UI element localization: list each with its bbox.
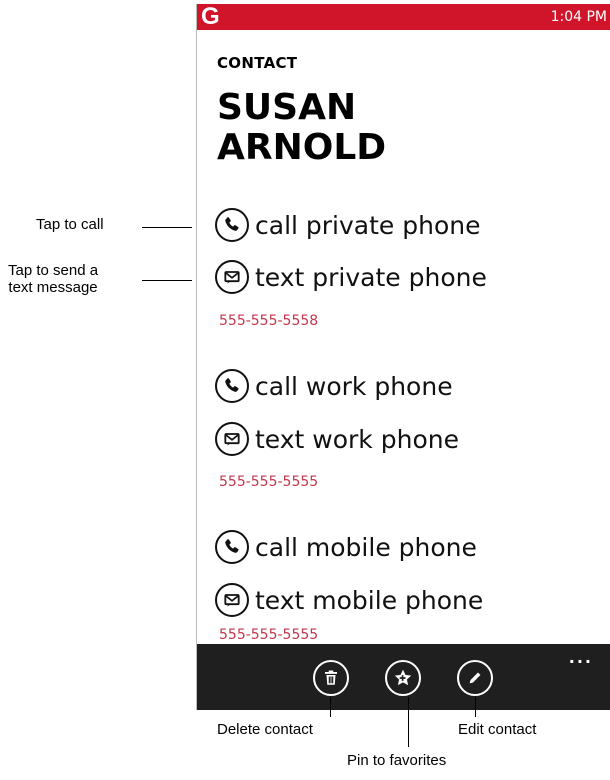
callout-line-edit — [475, 697, 476, 717]
text-mobile-phone-button[interactable]: text mobile phone — [215, 580, 483, 620]
app-bar: ... — [197, 644, 610, 710]
text-work-phone-label: text work phone — [255, 424, 459, 454]
contact-name: SUSAN ARNOLD — [217, 88, 386, 168]
contact-name-line1: SUSAN — [217, 87, 357, 128]
private-phone-number: 555-555-5558 — [219, 313, 319, 329]
call-mobile-phone-label: call mobile phone — [255, 532, 477, 562]
app-title: CONTACT — [217, 54, 298, 72]
text-work-phone-button[interactable]: text work phone — [215, 419, 459, 459]
pin-to-favorites-button[interactable] — [385, 660, 421, 696]
pin-star-icon — [394, 669, 412, 686]
callout-line-pin — [408, 697, 409, 747]
text-private-phone-button[interactable]: text private phone — [215, 257, 487, 297]
callout-tap-to-text: Tap to send a text message — [8, 262, 98, 296]
message-icon — [215, 422, 249, 456]
contact-name-line2: ARNOLD — [217, 127, 387, 168]
callout-line-call — [142, 227, 192, 228]
text-mobile-phone-label: text mobile phone — [255, 585, 484, 615]
message-icon — [215, 583, 249, 617]
message-icon — [215, 260, 249, 294]
mobile-phone-number: 555-555-5555 — [219, 627, 319, 643]
phone-screen: G 1:04 PM CONTACT SUSAN ARNOLD call priv… — [196, 4, 610, 710]
call-work-phone-label: call work phone — [255, 371, 453, 401]
call-private-phone-label: call private phone — [255, 210, 481, 240]
phone-icon — [215, 369, 249, 403]
delete-button[interactable] — [313, 660, 349, 696]
callout-tap-to-text-line2: text message — [8, 279, 98, 296]
callout-line-text — [142, 280, 192, 281]
carrier-logo: G — [201, 3, 220, 30]
callout-tap-to-call: Tap to call — [36, 216, 104, 233]
pencil-icon — [469, 672, 481, 684]
call-work-phone-button[interactable]: call work phone — [215, 366, 453, 406]
phone-icon — [215, 530, 249, 564]
clock: 1:04 PM — [550, 9, 607, 25]
call-private-phone-button[interactable]: call private phone — [215, 205, 480, 245]
work-phone-number: 555-555-5555 — [219, 474, 319, 490]
call-mobile-phone-button[interactable]: call mobile phone — [215, 527, 477, 567]
callout-tap-to-text-line1: Tap to send a — [8, 262, 99, 279]
trash-icon — [325, 670, 337, 685]
status-bar: G 1:04 PM — [197, 4, 610, 30]
phone-icon — [215, 208, 249, 242]
edit-button[interactable] — [457, 660, 493, 696]
text-private-phone-label: text private phone — [255, 262, 487, 292]
callout-line-delete — [330, 697, 331, 717]
callout-delete-contact: Delete contact — [217, 721, 313, 738]
more-options-button[interactable]: ... — [569, 648, 593, 667]
callout-edit-contact: Edit contact — [458, 721, 537, 738]
callout-pin-to-favorites: Pin to favorites — [347, 752, 447, 769]
